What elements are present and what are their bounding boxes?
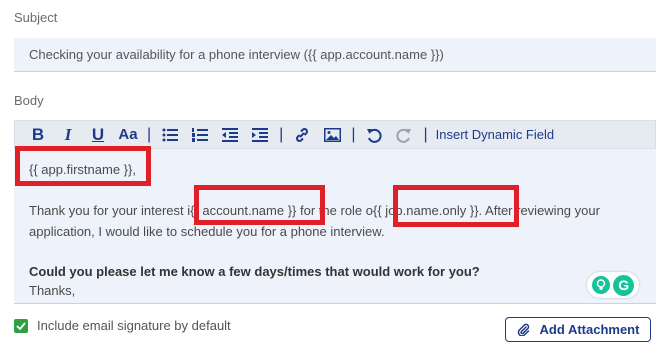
redo-icon[interactable]: [393, 124, 415, 146]
subject-input[interactable]: Checking your availability for a phone i…: [14, 38, 656, 72]
highlight-box-greeting: [15, 146, 151, 186]
paragraph-intro: Thank you for your interest i{{ account.…: [29, 200, 649, 242]
grammarly-logo-icon[interactable]: G: [613, 274, 635, 296]
underline-button[interactable]: U: [87, 124, 109, 146]
toolbar-separator: |: [351, 125, 356, 143]
link-icon[interactable]: [291, 124, 313, 146]
bullet-list-icon[interactable]: [159, 124, 181, 146]
toolbar-separator: |: [423, 125, 428, 143]
question-line: Could you please let me know a few days/…: [29, 264, 480, 279]
image-icon[interactable]: [321, 124, 343, 146]
highlight-box-account-name: [194, 185, 325, 225]
signature-checkbox-label: Include email signature by default: [37, 318, 231, 333]
paperclip-icon: [517, 323, 529, 336]
thanks-line: Thanks,: [29, 283, 76, 298]
signature-checkbox[interactable]: [14, 318, 28, 333]
grammarly-widget[interactable]: G: [587, 272, 639, 298]
numbered-list-icon[interactable]: [189, 124, 211, 146]
insert-dynamic-field-button[interactable]: Insert Dynamic Field: [436, 124, 554, 146]
lightbulb-icon[interactable]: [591, 276, 610, 294]
intro-line-2: application, I would like to schedule yo…: [29, 224, 385, 239]
italic-button[interactable]: I: [57, 124, 79, 146]
add-attachment-label: Add Attachment: [539, 322, 640, 337]
editor-toolbar: B I U Aa | | | | Insert Dynamic Field: [14, 120, 656, 149]
outdent-icon[interactable]: [219, 124, 241, 146]
font-size-button[interactable]: Aa: [117, 124, 139, 146]
indent-icon[interactable]: [249, 124, 271, 146]
signature-checkbox-row[interactable]: Include email signature by default: [14, 318, 231, 333]
subject-label: Subject: [14, 10, 58, 25]
toolbar-separator: |: [279, 125, 284, 143]
add-attachment-button[interactable]: Add Attachment: [505, 317, 651, 342]
intro-text-a: Thank you for your interest i: [29, 203, 191, 218]
highlight-box-job-name: [393, 185, 519, 227]
body-label: Body: [14, 93, 44, 108]
toolbar-separator: |: [147, 125, 152, 143]
subject-value: Checking your availability for a phone i…: [29, 47, 444, 62]
undo-icon[interactable]: [363, 124, 385, 146]
bold-button[interactable]: B: [27, 124, 49, 146]
